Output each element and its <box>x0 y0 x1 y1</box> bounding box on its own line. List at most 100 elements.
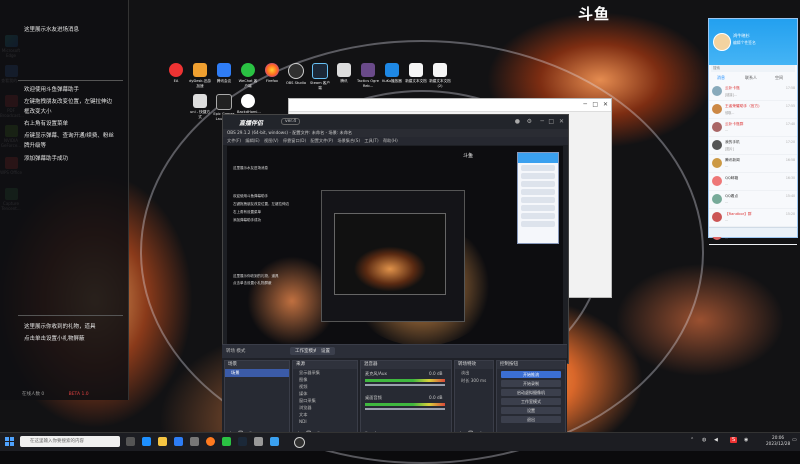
sources-dock[interactable]: 来源 显示器采集 图像 视频 媒体 窗口采集 浏览器 文本 NDI ＋ 🗑 ⚙ … <box>292 360 358 440</box>
companion-titlebar[interactable]: 直播伴侣 ver.4 ● ⚙ ─ □ ✕ <box>223 115 568 129</box>
desktop-icon[interactable]: uni - 快捷方式 <box>189 94 211 119</box>
source-item[interactable]: 显示器采集 <box>293 369 357 376</box>
virtual-camera-button[interactable]: 启动虚拟摄像机 <box>501 389 561 396</box>
list-item[interactable]: 腾讯新闻... 16:58 <box>709 155 797 173</box>
source-item[interactable]: 文本 <box>293 411 357 418</box>
menu-file[interactable]: 文件(F) <box>227 138 241 143</box>
list-item[interactable]: 云补卡瓶 [链接]... 17:58 <box>709 83 797 101</box>
network-icon[interactable]: ◍ <box>702 437 706 443</box>
file-explorer-icon[interactable] <box>158 437 167 446</box>
desktop-icon-wechat[interactable]: WeChat 客户端 <box>237 63 259 88</box>
minimize-icon[interactable]: ─ <box>583 101 587 108</box>
edge-taskbar-icon[interactable] <box>142 437 151 446</box>
desktop-icon-steam[interactable]: Steam 客户端 <box>309 63 331 90</box>
tab-space[interactable]: 空间 <box>775 75 783 81</box>
list-item[interactable]: 王者荣耀助手（官方) 领取... 17:55 <box>709 101 797 119</box>
taskbar-app-icon[interactable] <box>190 437 199 446</box>
source-item[interactable]: 浏览器 <box>293 404 357 411</box>
preview-mirrored-text: 点击单击设置小礼物屏蔽 <box>233 281 272 285</box>
taskbar-clock[interactable]: 20:06 2023/12/28 <box>766 435 790 447</box>
obs-menubar[interactable]: 文件(F) 编辑(E) 视图(V) 停靠窗口(D) 配置文件(P) 场景集合(S… <box>223 137 568 145</box>
list-item[interactable]: QQ看点... 15:40 <box>709 191 797 209</box>
menu-scene-collection[interactable]: 场景集合(S) <box>337 138 360 143</box>
source-item[interactable]: 视频 <box>293 383 357 390</box>
obs-preview[interactable]: 这里展示水友进场消息 欢迎使用斗鱼弹幕助手 左键拖拽朋友改变位置，左键拉伸边 右… <box>227 146 563 346</box>
transition-type-select[interactable]: 淡出 <box>455 369 493 377</box>
desktop-icon[interactable]: 腾讯 <box>333 63 355 84</box>
preview-mirrored-text: 左键拖拽朋友改变位置，左键拉伸边 <box>233 202 289 206</box>
taskbar-search-input[interactable]: 在这里输入你要搜索的内容 <box>20 436 120 447</box>
transitions-dock[interactable]: 转场特效 淡出 时长 300 ms ＋ 🗑 ⋮ <box>454 360 494 440</box>
desktop-icon[interactable]: dyDesk-迅游加速 <box>189 63 211 88</box>
tab-contacts[interactable]: 联系人 <box>745 75 757 81</box>
menu-help[interactable]: 帮助(H) <box>383 138 398 143</box>
list-item[interactable]: 我的手机 [图片] 17:20 <box>709 137 797 155</box>
desktop-icon-text-file[interactable]: 新建文本文档 <box>405 63 427 84</box>
maximize-icon[interactable]: □ <box>592 101 598 108</box>
desktop-icon-tencent-meeting[interactable]: 腾讯会议 <box>213 63 235 84</box>
window-titlebar[interactable] <box>289 99 611 112</box>
firefox-taskbar-icon[interactable] <box>206 437 215 446</box>
scene-item[interactable]: 场景 <box>225 369 289 377</box>
tray-app-icon[interactable]: ◉ <box>744 437 748 443</box>
desktop-icon[interactable]: Tactics Ogre Reb... <box>357 63 379 88</box>
exit-button[interactable]: 退出 <box>501 416 561 423</box>
desktop-icon-text-file[interactable]: 新建文本文档(2) <box>429 63 451 88</box>
obs-taskbar-icon[interactable] <box>294 437 305 448</box>
list-item[interactable]: QQ邮箱... 16:30 <box>709 173 797 191</box>
mixer-track-db: 0.0 dB <box>429 371 443 376</box>
desktop-icon[interactable]: KuKu播放器 <box>381 63 403 84</box>
close-icon[interactable]: ✕ <box>559 118 564 125</box>
close-icon[interactable]: ✕ <box>603 101 608 108</box>
task-view-icon[interactable] <box>126 437 135 446</box>
wechat-taskbar-icon[interactable] <box>222 437 231 446</box>
list-item[interactable]: 云补卡瓶群... 17:40 <box>709 119 797 137</box>
taskbar-app-icon[interactable] <box>254 437 263 446</box>
menu-edit[interactable]: 编辑(E) <box>245 138 259 143</box>
desktop-icon-obs[interactable]: OBS Studio <box>285 63 307 86</box>
minimize-icon[interactable]: ─ <box>540 118 544 125</box>
menu-tools[interactable]: 工具(T) <box>364 138 378 143</box>
source-item[interactable]: 窗口采集 <box>293 397 357 404</box>
list-item[interactable]: 【Randbor】群... 15:20 <box>709 209 797 227</box>
transition-duration[interactable]: 时长 300 ms <box>455 377 493 385</box>
danmaku-assistant-panel[interactable]: 这里展示水友进场消息 欢迎使用斗鱼弹幕助手 左键拖拽朋友改变位置，左键拉伸边 框… <box>0 0 129 400</box>
maximize-icon[interactable]: □ <box>548 118 554 125</box>
qq-footer-toolbar[interactable] <box>709 227 797 237</box>
controls-dock[interactable]: 控制按钮 开始推流 开始录制 启动虚拟摄像机 工作室模式 设置 退出 <box>496 360 566 440</box>
start-streaming-button[interactable]: 开始推流 <box>501 371 561 378</box>
settings-tab[interactable]: 设置 <box>316 347 335 355</box>
volume-icon[interactable]: ◀ <box>714 437 718 443</box>
menu-docks[interactable]: 停靠窗口(D) <box>283 138 306 143</box>
qq-signature[interactable]: 编辑个性签名 <box>733 40 756 46</box>
studio-mode-button[interactable]: 工作室模式 <box>501 398 561 405</box>
tray-chevron-icon[interactable]: ⌃ <box>690 437 694 443</box>
notification-icon[interactable]: ▭ <box>792 437 797 443</box>
volume-slider[interactable] <box>365 384 445 386</box>
qq-window[interactable]: 鸿牛晓杉 编辑个性签名 搜索 消息 联系人 空间 云补卡瓶 [链接]... 17:5… <box>708 18 798 245</box>
steam-taskbar-icon[interactable] <box>238 437 247 446</box>
tab-messages[interactable]: 消息 <box>717 75 725 81</box>
scenes-dock[interactable]: 场景 场景 ＋ 🗑 ⚙ ∧ ∨ <box>224 360 290 440</box>
input-method-icon[interactable]: S <box>730 437 738 443</box>
volume-slider[interactable] <box>365 408 445 410</box>
desktop-icon-ea[interactable]: EA <box>165 63 187 84</box>
settings-button[interactable]: 设置 <box>501 407 561 414</box>
settings-icon[interactable]: ⚙ <box>527 118 532 125</box>
search-input[interactable]: 搜索 <box>711 65 795 72</box>
windows-start-icon[interactable] <box>5 437 14 446</box>
avatar-icon[interactable]: ● <box>515 118 520 125</box>
start-recording-button[interactable]: 开始录制 <box>501 380 561 387</box>
audio-mixer-dock[interactable]: 混音器 麦克风/Aux 0.0 dB 桌面音频 0.0 dB ⚙ ⋮ <box>360 360 452 440</box>
menu-profile[interactable]: 配置文件(P) <box>311 138 334 143</box>
qq-taskbar-icon[interactable] <box>270 437 279 446</box>
source-item[interactable]: NDI <box>293 418 357 425</box>
desktop-icon-firefox[interactable]: Firefox <box>261 63 283 84</box>
store-icon[interactable] <box>174 437 183 446</box>
avatar[interactable] <box>713 33 731 51</box>
menu-view[interactable]: 视图(V) <box>264 138 279 143</box>
douyu-companion-window[interactable]: 直播伴侣 ver.4 ● ⚙ ─ □ ✕ OBS 29.1.2 (64-bit,… <box>222 114 569 364</box>
source-item[interactable]: 媒体 <box>293 390 357 397</box>
source-item[interactable]: 图像 <box>293 376 357 383</box>
desktop-icon[interactable]: BackdHomi... <box>237 94 261 115</box>
